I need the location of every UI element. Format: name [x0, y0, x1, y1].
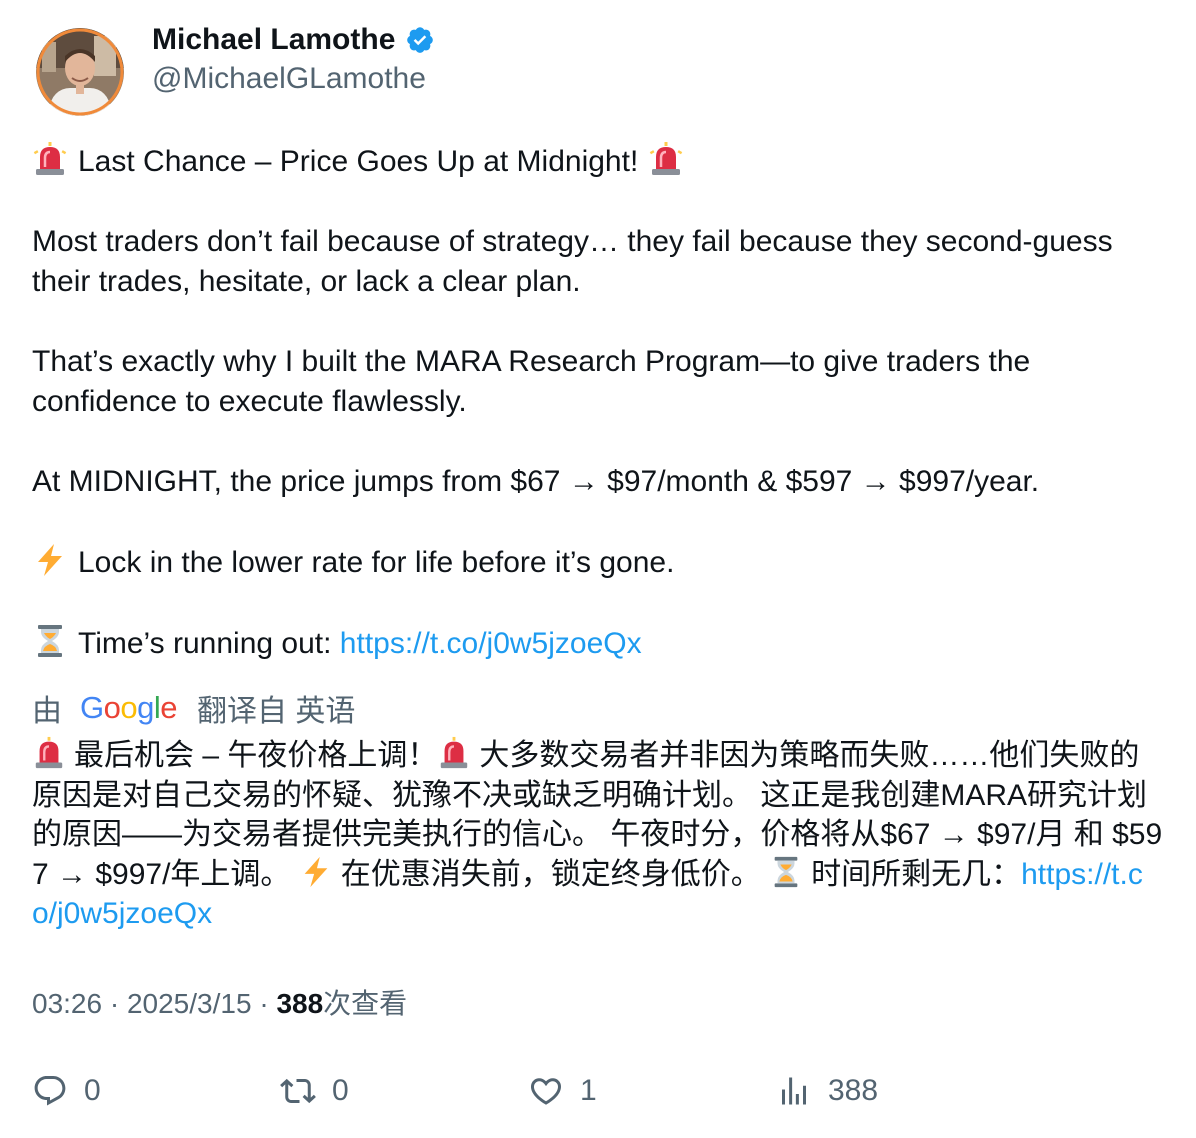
reply-button[interactable]: 0	[32, 1068, 101, 1114]
hourglass-icon	[32, 623, 68, 659]
headline-line: Last Chance – Price Goes Up at Midnight!	[32, 141, 1166, 182]
retweet-icon	[280, 1078, 316, 1104]
tweet-text: Last Chance – Price Goes Up at Midnight!…	[32, 141, 1166, 664]
translated-by-row: 由 Google 翻译自 英语	[32, 688, 355, 728]
translated-part-4: 时间所剩无几：	[811, 857, 1022, 891]
tweet-date[interactable]: 2025/3/15	[127, 988, 252, 1019]
meta-separator: ·	[259, 988, 269, 1019]
google-logo: Google	[80, 690, 178, 725]
paragraph-5: Time’s running out: https://t.co/j0w5jzo…	[32, 623, 1166, 664]
tweet-time[interactable]: 03:26	[32, 988, 102, 1019]
rotating-light-icon	[32, 141, 68, 177]
headline-text: Last Chance – Price Goes Up at Midnight!	[78, 145, 639, 178]
zap-icon	[299, 855, 333, 889]
retweet-count: 0	[332, 1074, 349, 1107]
running-out-text: Time’s running out:	[78, 627, 340, 660]
retweet-button[interactable]: 0	[280, 1068, 349, 1114]
display-name[interactable]: Michael Lamothe	[152, 25, 395, 55]
action-bar: 0 0 1 388	[32, 1068, 1166, 1118]
paragraph-1: Most traders don’t fail because of strat…	[32, 225, 1113, 298]
reply-count: 0	[84, 1074, 101, 1107]
meta-separator: ·	[109, 988, 120, 1019]
paragraph-2: That’s exactly why I built the MARA Rese…	[32, 345, 1031, 418]
translate-suffix: 翻译自 英语	[197, 695, 356, 728]
translated-part-3: 在优惠消失前，锁定终身低价。	[340, 857, 761, 891]
views-label: 次查看	[323, 988, 408, 1019]
user-handle[interactable]: @MichaelGLamothe	[152, 62, 435, 96]
paragraph-3: At MIDNIGHT, the price jumps from $67 → …	[32, 465, 1040, 498]
hourglass-icon	[769, 855, 803, 889]
verified-badge-icon[interactable]	[405, 25, 435, 55]
lock-rate-text: Lock in the lower rate for life before i…	[78, 546, 675, 579]
rotating-light-icon	[32, 736, 66, 770]
analytics-icon	[782, 1077, 806, 1105]
paragraph-4: Lock in the lower rate for life before i…	[32, 542, 1166, 583]
translated-part-1: 最后机会 – 午夜价格上调！	[74, 739, 438, 772]
reply-icon	[34, 1076, 66, 1106]
zap-icon	[32, 542, 68, 578]
tweet-header: Michael Lamothe @MichaelGLamothe	[36, 25, 435, 118]
tweet-meta: 03:26 · 2025/3/15 · 388次查看	[32, 984, 407, 1024]
translate-prefix: 由	[32, 695, 62, 728]
rotating-light-icon	[648, 141, 684, 177]
views-count: 388	[276, 988, 324, 1019]
view-count: 388	[828, 1074, 879, 1107]
like-count: 1	[580, 1074, 597, 1107]
tweet-link[interactable]: https://t.co/j0w5jzoeQx	[340, 627, 642, 660]
views-button[interactable]: 388	[776, 1068, 878, 1114]
rotating-light-icon	[437, 736, 471, 770]
like-button[interactable]: 1	[528, 1068, 597, 1114]
heart-icon	[530, 1078, 562, 1105]
translated-text: 最后机会 – 午夜价格上调！ 大多数交易者并非因为策略而失败……他们失败的原因是…	[32, 736, 1166, 934]
avatar[interactable]	[36, 28, 124, 116]
